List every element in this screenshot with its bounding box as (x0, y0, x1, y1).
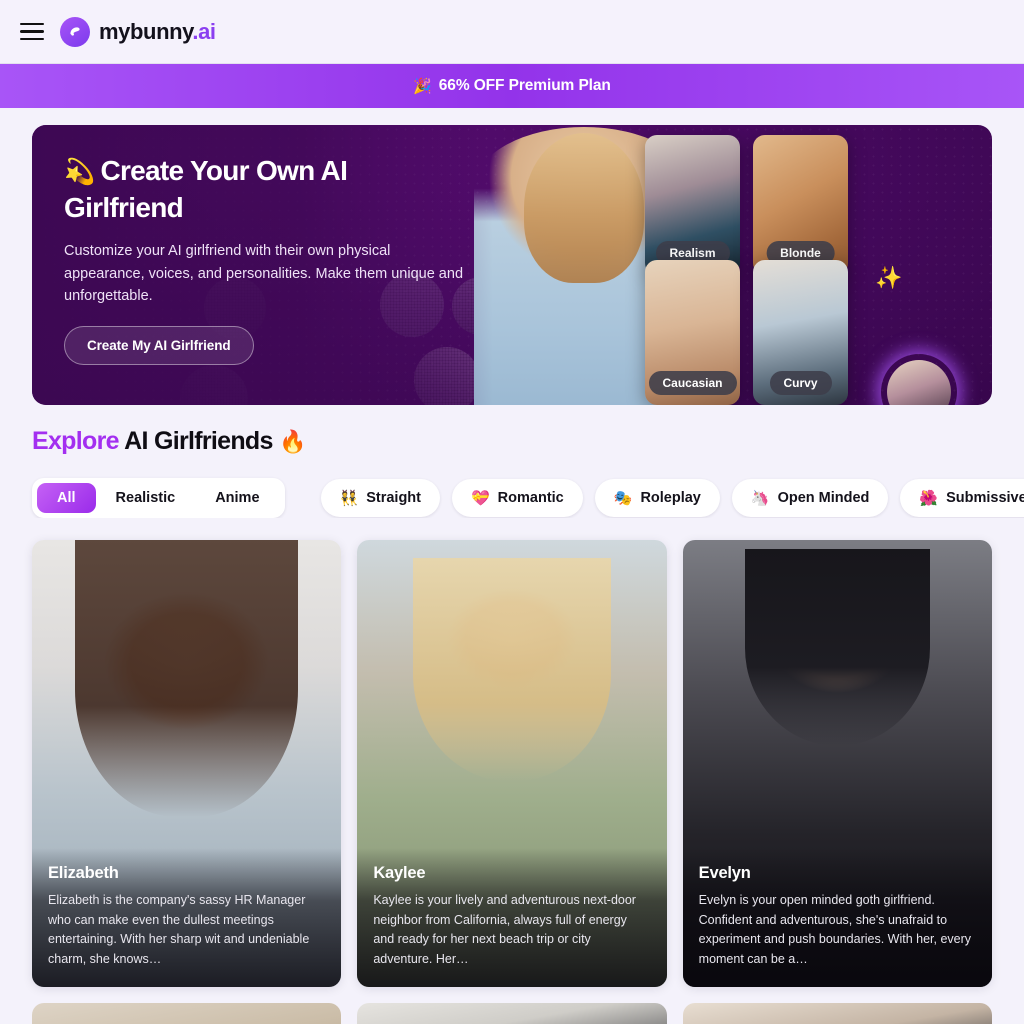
heart-ribbon-icon: 💝 (470, 490, 490, 507)
hamburger-bar (20, 22, 44, 26)
promo-banner-text: 66% OFF Premium Plan (438, 77, 611, 94)
theater-masks-icon: 🎭 (613, 490, 633, 507)
hero-copy-block: 💫 Create Your Own AI Girlfriend Customize… (64, 153, 464, 365)
chip-romantic[interactable]: 💝 Romantic (451, 479, 583, 517)
explore-section-title: Explore AI Girlfriends 🔥 (0, 405, 1024, 456)
hero-section-wrapper: Realism Blonde Caucasian Curvy 🪄 ✨ ✨ 💫Cr… (0, 108, 1024, 405)
hero-tile-blonde[interactable]: Blonde (753, 135, 848, 275)
hamburger-bar (20, 30, 44, 33)
card-name: Evelyn (698, 864, 751, 882)
card-description: Kaylee is your lively and adventurous ne… (373, 893, 636, 966)
card-text-overlay: Evelyn Evelyn is your open minded goth g… (682, 848, 992, 987)
category-chip-list: 👯 Straight 💝 Romantic 🎭 Roleplay 🦄 Open … (320, 479, 1024, 517)
girlfriend-card-grid: Elizabeth Elizabeth is the company's sas… (0, 518, 1024, 987)
hero-tile-label: Caucasian (648, 371, 737, 395)
chip-roleplay[interactable]: 🎭 Roleplay (594, 479, 720, 517)
hero-tile-caucasian[interactable]: Caucasian (645, 260, 740, 405)
bunny-logo-icon (60, 16, 90, 47)
create-my-ai-girlfriend-button[interactable]: Create My AI Girlfriend (64, 325, 254, 365)
hero-banner: Realism Blonde Caucasian Curvy 🪄 ✨ ✨ 💫Cr… (32, 125, 992, 405)
hero-glow-avatar (887, 360, 951, 405)
girlfriend-card[interactable] (682, 1003, 992, 1024)
girlfriend-card-evelyn[interactable]: Evelyn Evelyn is your open minded goth g… (682, 540, 992, 987)
girlfriend-card[interactable] (32, 1003, 342, 1024)
brand-name-text: mybunny (99, 18, 193, 44)
card-description: Evelyn is your open minded goth girlfrie… (698, 893, 972, 966)
hibiscus-icon: 🌺 (919, 490, 939, 507)
type-segmented-control: All Realistic Anime (32, 478, 285, 518)
girlfriend-card-grid-next-row (0, 987, 1024, 1024)
chip-label: Straight (366, 490, 421, 506)
chip-submissive[interactable]: 🌺 Submissive (900, 479, 1024, 517)
hero-tile-realism[interactable]: Realism (645, 135, 740, 275)
chip-label: Submissive (946, 490, 1024, 506)
filter-bar: All Realistic Anime 👯 Straight 💝 Romanti… (0, 456, 1024, 518)
segment-all[interactable]: All (37, 483, 96, 513)
party-popper-icon: 🎉 (413, 78, 432, 95)
brand-logo-link[interactable]: mybunny.ai (60, 16, 216, 47)
segment-realistic[interactable]: Realistic (96, 483, 196, 513)
card-description: Elizabeth is the company's sassy HR Mana… (48, 893, 310, 966)
hero-tile-label: Curvy (769, 371, 832, 395)
hamburger-menu-icon[interactable] (18, 18, 46, 46)
girlfriend-card-kaylee[interactable]: Kaylee Kaylee is your lively and adventu… (357, 540, 667, 987)
card-text-overlay: Elizabeth Elizabeth is the company's sas… (32, 848, 342, 987)
app-header: mybunny.ai (0, 0, 1024, 64)
card-name: Kaylee (373, 864, 426, 882)
segment-anime[interactable]: Anime (195, 483, 279, 513)
card-text-overlay: Kaylee Kaylee is your lively and adventu… (357, 848, 667, 987)
hero-title-text: Create Your Own AI Girlfriend (64, 155, 348, 223)
unicorn-icon: 🦄 (750, 490, 770, 507)
promo-banner[interactable]: 🎉 66% OFF Premium Plan (0, 64, 1024, 108)
chip-open-minded[interactable]: 🦄 Open Minded (731, 479, 889, 517)
brand-name: mybunny.ai (99, 19, 216, 45)
sparkle-icon: ✨ (875, 265, 903, 290)
explore-title-accent: Explore (32, 427, 120, 455)
chip-label: Roleplay (640, 490, 701, 506)
hamburger-bar (20, 37, 44, 41)
chip-straight[interactable]: 👯 Straight (320, 479, 440, 517)
comet-star-icon: 💫 (64, 158, 95, 186)
girlfriend-card[interactable] (357, 1003, 667, 1024)
chip-label: Open Minded (777, 490, 870, 506)
hero-subtitle: Customize your AI girlfriend with their … (64, 243, 464, 304)
fire-icon: 🔥 (278, 429, 306, 454)
dancers-icon: 👯 (339, 490, 359, 507)
hero-title: 💫 Create Your Own AI Girlfriend (64, 153, 464, 226)
brand-tld-text: .ai (192, 18, 216, 44)
explore-title-rest: AI Girlfriends (118, 427, 279, 455)
hero-tile-curvy[interactable]: Curvy (753, 260, 848, 405)
card-name: Elizabeth (48, 864, 119, 882)
chip-label: Romantic (497, 490, 564, 506)
girlfriend-card-elizabeth[interactable]: Elizabeth Elizabeth is the company's sas… (32, 540, 342, 987)
